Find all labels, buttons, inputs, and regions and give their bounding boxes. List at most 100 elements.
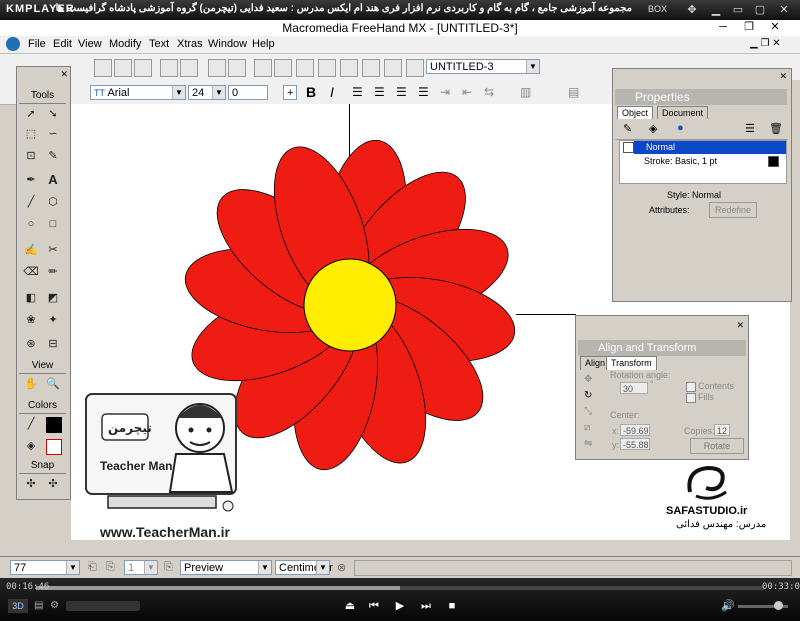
- align-right-icon[interactable]: ☰: [396, 85, 407, 99]
- rectangle-tool-icon[interactable]: □: [44, 215, 62, 233]
- chevron-down-icon[interactable]: ▼: [258, 561, 271, 574]
- close-icon[interactable]: ✕: [776, 2, 792, 18]
- tab-transform[interactable]: Transform: [606, 356, 657, 370]
- tools-close-icon[interactable]: ✕: [60, 69, 68, 80]
- copies-field[interactable]: 12: [714, 424, 730, 436]
- menu-help[interactable]: Help: [252, 38, 275, 50]
- playlist-icon[interactable]: ▤: [34, 600, 43, 611]
- pencil-tool-icon[interactable]: ✏: [44, 263, 62, 281]
- leading-field[interactable]: 0: [228, 85, 268, 100]
- menu-view[interactable]: View: [78, 38, 102, 50]
- outdent-icon[interactable]: ⇤: [462, 85, 472, 99]
- delete-item-icon[interactable]: 🗑: [769, 122, 783, 135]
- doc-window-controls[interactable]: ▁ ❐ ✕: [750, 38, 781, 49]
- rotate-button[interactable]: Rotate: [690, 438, 744, 454]
- menu-edit[interactable]: Edit: [53, 38, 72, 50]
- app-close-icon[interactable]: ✕: [768, 21, 782, 34]
- bold-icon[interactable]: B: [306, 84, 316, 100]
- chevron-down-icon[interactable]: ▼: [172, 86, 185, 99]
- minimize-icon[interactable]: ▁: [708, 2, 724, 18]
- units-select[interactable]: Centimeter ▼: [275, 560, 333, 575]
- knife-tool-icon[interactable]: ✂: [44, 241, 62, 259]
- group-icon[interactable]: [254, 59, 272, 77]
- cancel-render-icon[interactable]: ⊗: [337, 561, 346, 574]
- add-effect-icon[interactable]: ●: [677, 122, 684, 134]
- graphic-hose-icon[interactable]: ❀: [22, 311, 40, 329]
- chevron-down-icon[interactable]: ▼: [66, 561, 79, 574]
- box-button[interactable]: BOX: [648, 4, 667, 14]
- page-nav-icon[interactable]: ⎘: [164, 561, 173, 574]
- fills-checkbox[interactable]: [686, 393, 696, 403]
- leading-mode-select[interactable]: +: [283, 85, 297, 100]
- stroke-color-swatch[interactable]: [46, 417, 62, 433]
- chart-tool-icon[interactable]: ✦: [44, 311, 62, 329]
- properties-close-icon[interactable]: ✕: [779, 71, 787, 82]
- tab-object[interactable]: Object: [617, 106, 654, 120]
- menu-xtras[interactable]: Xtras: [177, 38, 203, 50]
- tab-document[interactable]: Document: [657, 106, 709, 120]
- halftone-icon[interactable]: [406, 59, 424, 77]
- menu-modify[interactable]: Modify: [109, 38, 141, 50]
- connector-tool-icon[interactable]: ⊟: [44, 335, 62, 353]
- add-stroke-icon[interactable]: ✎: [623, 122, 632, 135]
- mirror-tool-icon[interactable]: ◩: [44, 289, 62, 307]
- snap-point-icon[interactable]: ✣: [22, 475, 40, 493]
- fill-checkbox[interactable]: [623, 142, 634, 153]
- skew-icon[interactable]: ⧄: [584, 422, 590, 433]
- align-center-icon[interactable]: ☰: [374, 85, 385, 99]
- pin-icon[interactable]: ✥: [684, 2, 700, 18]
- app-minimize-icon[interactable]: ─: [716, 21, 730, 34]
- chevron-down-icon[interactable]: ▼: [526, 60, 539, 73]
- chevron-down-icon[interactable]: ▼: [144, 561, 157, 574]
- zoom-tool-icon[interactable]: 🔍: [44, 375, 62, 393]
- maximize-icon[interactable]: ▢: [752, 2, 768, 18]
- page-select[interactable]: 1 ▼: [124, 560, 158, 575]
- document-select[interactable]: UNTITLED-3 ▼: [426, 59, 540, 74]
- open-icon[interactable]: [114, 59, 132, 77]
- indent-icon[interactable]: ⇥: [440, 85, 450, 99]
- 3d-icon[interactable]: 3D: [8, 599, 28, 613]
- next-page-icon[interactable]: ⎘: [106, 561, 115, 574]
- new-icon[interactable]: [94, 59, 112, 77]
- stop-icon[interactable]: ■: [444, 598, 460, 614]
- duplicate-item-icon[interactable]: ☰: [745, 122, 755, 135]
- volume-knob[interactable]: [774, 601, 783, 610]
- lasso-tool-icon[interactable]: ∽: [44, 125, 62, 143]
- prev-page-icon[interactable]: ⎗: [88, 561, 97, 574]
- pointer-tool-icon[interactable]: ➚: [22, 105, 40, 123]
- prev-icon[interactable]: ⏮: [366, 598, 382, 614]
- fill-color-swatch[interactable]: [46, 439, 62, 455]
- fill-color-icon[interactable]: ◈: [22, 437, 40, 455]
- stroke-swatch[interactable]: [768, 156, 779, 167]
- spacing-icon[interactable]: ⇆: [484, 85, 494, 99]
- polygon-tool-icon[interactable]: ⬡: [44, 193, 62, 211]
- center-y-field[interactable]: -55.88: [620, 438, 650, 450]
- rotation-angle-field[interactable]: 30: [620, 382, 648, 394]
- menu-text[interactable]: Text: [149, 38, 169, 50]
- color-mixer-icon[interactable]: [362, 59, 380, 77]
- italic-icon[interactable]: I: [330, 84, 334, 100]
- swatches-icon[interactable]: [384, 59, 402, 77]
- line-tool-icon[interactable]: ╱: [22, 193, 40, 211]
- eject-icon[interactable]: ⏏: [342, 598, 358, 614]
- perspective-tool-icon[interactable]: ◧: [22, 289, 40, 307]
- rotate-icon[interactable]: ↻: [584, 390, 592, 401]
- volume-icon[interactable]: 🔊: [720, 598, 736, 614]
- align-transform-title[interactable]: Align and Transform: [578, 340, 746, 356]
- import-icon[interactable]: [160, 59, 178, 77]
- scale-icon[interactable]: ⤡: [584, 406, 592, 417]
- align-close-icon[interactable]: ✕: [736, 320, 744, 331]
- freeform-tool-icon[interactable]: ✍: [22, 241, 40, 259]
- menu-file[interactable]: File: [28, 38, 46, 50]
- chevron-down-icon[interactable]: ▼: [316, 561, 329, 574]
- settings-icon[interactable]: ⚙: [50, 600, 59, 611]
- next-icon[interactable]: ⏭: [418, 598, 434, 614]
- eraser-tool-icon[interactable]: ⌫: [22, 263, 40, 281]
- styles-icon[interactable]: [340, 59, 358, 77]
- ellipse-tool-icon[interactable]: ○: [22, 215, 40, 233]
- page-tool-icon[interactable]: ⬚: [22, 125, 40, 143]
- add-fill-icon[interactable]: ◈: [649, 122, 657, 135]
- hand-tool-icon[interactable]: ✋: [22, 375, 40, 393]
- reflect-icon[interactable]: ⇋: [584, 438, 592, 449]
- align-icon[interactable]: [274, 59, 292, 77]
